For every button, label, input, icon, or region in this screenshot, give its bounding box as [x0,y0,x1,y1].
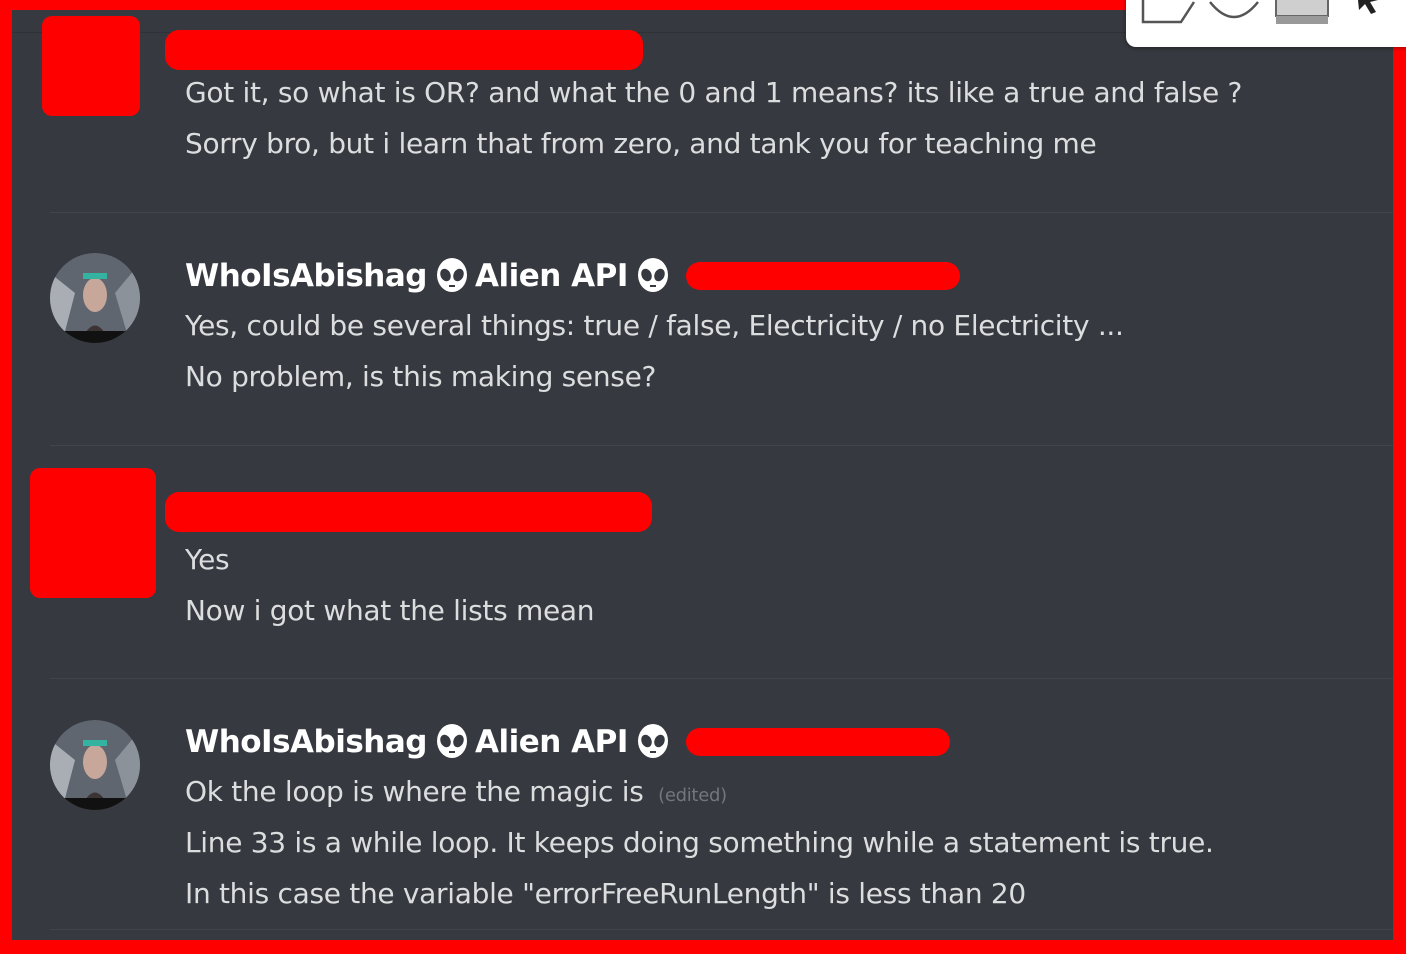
message-divider [50,445,1393,446]
circle-tool-icon[interactable] [1209,1,1259,19]
message-text-content: Ok the loop is where the magic is [185,775,644,808]
redacted-timestamp [685,262,960,290]
cursor-icon[interactable] [1357,0,1378,14]
annotation-toolbar [1126,0,1406,47]
role-label[interactable]: Alien API [475,258,628,294]
rectangle-tool-icon[interactable] [1141,0,1196,24]
message-text: Now i got what the lists mean [185,594,595,627]
alien-icon [435,724,469,760]
username[interactable]: WhoIsAbishag [185,724,428,760]
alien-icon [636,724,670,760]
redacted-username [165,492,652,532]
message-text: Line 33 is a while loop. It keeps doing … [185,826,1214,859]
message-header: WhoIsAbishag Alien API [185,722,950,762]
username[interactable]: WhoIsAbishag [185,258,428,294]
redacted-timestamp [685,728,950,756]
message-text: No problem, is this making sense? [185,360,657,393]
avatar-image [50,720,140,810]
edited-label: (edited) [658,785,727,806]
message-header: WhoIsAbishag Alien API [185,256,960,296]
message-divider [50,929,1393,930]
message-text: Yes [185,543,230,576]
message-text: Got it, so what is OR? and what the 0 an… [185,76,1243,109]
message-text: Yes, could be several things: true / fal… [185,309,1124,342]
redacted-avatar [42,16,140,116]
user-avatar[interactable] [50,253,140,343]
role-label[interactable]: Alien API [475,724,628,760]
user-avatar[interactable] [50,720,140,810]
message-divider [50,212,1393,213]
redacted-username [165,30,643,70]
message-text: Sorry bro, but i learn that from zero, a… [185,127,1097,160]
alien-icon [636,258,670,294]
fill-tool-icon[interactable] [1275,0,1329,24]
alien-icon [435,258,469,294]
message-divider [50,678,1393,679]
message-text: In this case the variable "errorFreeRunL… [185,877,1026,910]
message-text: Ok the loop is where the magic is (edite… [185,775,727,808]
avatar-image [50,253,140,343]
redacted-avatar [30,468,156,598]
chat-panel: Got it, so what is OR? and what the 0 an… [12,10,1393,940]
